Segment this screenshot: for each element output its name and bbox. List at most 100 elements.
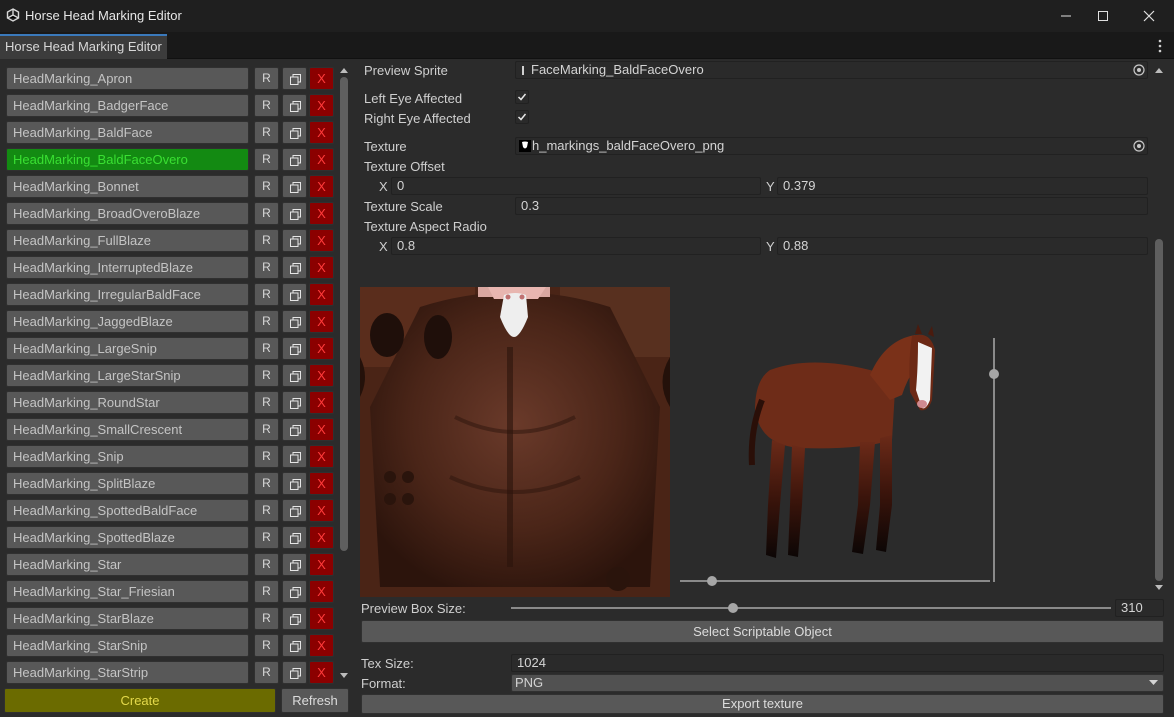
h-slider-thumb[interactable]: [707, 576, 717, 586]
rename-button[interactable]: R: [254, 553, 279, 576]
list-item[interactable]: HeadMarking_SpottedBlaze R X: [6, 526, 336, 549]
list-item[interactable]: HeadMarking_StarBlaze R X: [6, 607, 336, 630]
delete-button[interactable]: X: [309, 607, 334, 630]
scroll-up-icon[interactable]: [340, 67, 348, 73]
rename-button[interactable]: R: [254, 175, 279, 198]
duplicate-button[interactable]: [282, 634, 307, 657]
marking-name-button[interactable]: HeadMarking_StarStrip: [6, 661, 249, 684]
rename-button[interactable]: R: [254, 607, 279, 630]
delete-button[interactable]: X: [309, 337, 334, 360]
duplicate-button[interactable]: [282, 580, 307, 603]
duplicate-button[interactable]: [282, 418, 307, 441]
delete-button[interactable]: X: [309, 229, 334, 252]
duplicate-button[interactable]: [282, 391, 307, 414]
list-item[interactable]: HeadMarking_RoundStar R X: [6, 391, 336, 414]
marking-name-button[interactable]: HeadMarking_BaldFaceOvero: [6, 148, 249, 171]
offset-y-input[interactable]: 0.379: [777, 177, 1148, 195]
delete-button[interactable]: X: [309, 310, 334, 333]
delete-button[interactable]: X: [309, 175, 334, 198]
list-scrollbar[interactable]: [338, 59, 350, 687]
rename-button[interactable]: R: [254, 310, 279, 333]
texture-field[interactable]: h_markings_baldFaceOvero_png: [515, 137, 1148, 155]
duplicate-button[interactable]: [282, 67, 307, 90]
tex-size-input[interactable]: 1024: [511, 654, 1164, 672]
marking-name-button[interactable]: HeadMarking_StarBlaze: [6, 607, 249, 630]
list-item[interactable]: HeadMarking_Apron R X: [6, 67, 336, 90]
scroll-up-icon[interactable]: [1155, 67, 1163, 73]
duplicate-button[interactable]: [282, 94, 307, 117]
marking-name-button[interactable]: HeadMarking_SpottedBaldFace: [6, 499, 249, 522]
rename-button[interactable]: R: [254, 391, 279, 414]
marking-name-button[interactable]: HeadMarking_LargeSnip: [6, 337, 249, 360]
list-item[interactable]: HeadMarking_Snip R X: [6, 445, 336, 468]
texture-scale-input[interactable]: 0.3: [515, 197, 1148, 215]
list-item[interactable]: HeadMarking_InterruptedBlaze R X: [6, 256, 336, 279]
delete-button[interactable]: X: [309, 661, 334, 684]
rename-button[interactable]: R: [254, 202, 279, 225]
rotation-horizontal-slider[interactable]: [680, 574, 990, 588]
duplicate-button[interactable]: [282, 148, 307, 171]
delete-button[interactable]: X: [309, 256, 334, 279]
list-item[interactable]: HeadMarking_SmallCrescent R X: [6, 418, 336, 441]
delete-button[interactable]: X: [309, 553, 334, 576]
preview-box-size-thumb[interactable]: [728, 603, 738, 613]
preview-box-size-input[interactable]: 310: [1115, 599, 1164, 617]
marking-name-button[interactable]: HeadMarking_Snip: [6, 445, 249, 468]
marking-name-button[interactable]: HeadMarking_JaggedBlaze: [6, 310, 249, 333]
list-scroll-thumb[interactable]: [340, 77, 348, 551]
delete-button[interactable]: X: [309, 364, 334, 387]
delete-button[interactable]: X: [309, 202, 334, 225]
duplicate-button[interactable]: [282, 607, 307, 630]
delete-button[interactable]: X: [309, 580, 334, 603]
list-item[interactable]: HeadMarking_BroadOveroBlaze R X: [6, 202, 336, 225]
duplicate-button[interactable]: [282, 121, 307, 144]
rename-button[interactable]: R: [254, 418, 279, 441]
rename-button[interactable]: R: [254, 634, 279, 657]
delete-button[interactable]: X: [309, 634, 334, 657]
left-eye-checkbox[interactable]: [515, 90, 529, 104]
preview-box-size-slider[interactable]: [511, 601, 1111, 615]
list-item[interactable]: HeadMarking_Bonnet R X: [6, 175, 336, 198]
rename-button[interactable]: R: [254, 256, 279, 279]
v-slider-thumb[interactable]: [989, 369, 999, 379]
list-item[interactable]: HeadMarking_Star_Friesian R X: [6, 580, 336, 603]
delete-button[interactable]: X: [309, 391, 334, 414]
duplicate-button[interactable]: [282, 364, 307, 387]
duplicate-button[interactable]: [282, 526, 307, 549]
marking-name-button[interactable]: HeadMarking_BaldFace: [6, 121, 249, 144]
delete-button[interactable]: X: [309, 499, 334, 522]
aspect-x-input[interactable]: 0.8: [391, 237, 761, 255]
marking-name-button[interactable]: HeadMarking_Star_Friesian: [6, 580, 249, 603]
scroll-down-icon[interactable]: [1155, 585, 1163, 591]
refresh-button[interactable]: Refresh: [281, 688, 349, 713]
rename-button[interactable]: R: [254, 364, 279, 387]
duplicate-button[interactable]: [282, 445, 307, 468]
marking-name-button[interactable]: HeadMarking_Apron: [6, 67, 249, 90]
inspector-scrollbar[interactable]: [1152, 59, 1166, 599]
marking-name-button[interactable]: HeadMarking_Bonnet: [6, 175, 249, 198]
marking-name-button[interactable]: HeadMarking_BroadOveroBlaze: [6, 202, 249, 225]
list-item[interactable]: HeadMarking_FullBlaze R X: [6, 229, 336, 252]
delete-button[interactable]: X: [309, 445, 334, 468]
marking-name-button[interactable]: HeadMarking_InterruptedBlaze: [6, 256, 249, 279]
rename-button[interactable]: R: [254, 472, 279, 495]
close-window-button[interactable]: [1126, 0, 1172, 32]
delete-button[interactable]: X: [309, 121, 334, 144]
delete-button[interactable]: X: [309, 283, 334, 306]
duplicate-button[interactable]: [282, 553, 307, 576]
rename-button[interactable]: R: [254, 445, 279, 468]
rename-button[interactable]: R: [254, 580, 279, 603]
list-item[interactable]: HeadMarking_BaldFace R X: [6, 121, 336, 144]
marking-name-button[interactable]: HeadMarking_IrregularBaldFace: [6, 283, 249, 306]
list-item[interactable]: HeadMarking_BadgerFace R X: [6, 94, 336, 117]
marking-name-button[interactable]: HeadMarking_LargeStarSnip: [6, 364, 249, 387]
duplicate-button[interactable]: [282, 229, 307, 252]
delete-button[interactable]: X: [309, 472, 334, 495]
rename-button[interactable]: R: [254, 229, 279, 252]
create-button[interactable]: Create: [4, 688, 276, 713]
tab-horse-head-marking-editor[interactable]: Horse Head Marking Editor: [0, 34, 167, 59]
marking-name-button[interactable]: HeadMarking_Star: [6, 553, 249, 576]
right-eye-checkbox[interactable]: [515, 110, 529, 124]
list-item[interactable]: HeadMarking_LargeSnip R X: [6, 337, 336, 360]
list-item[interactable]: HeadMarking_SpottedBaldFace R X: [6, 499, 336, 522]
